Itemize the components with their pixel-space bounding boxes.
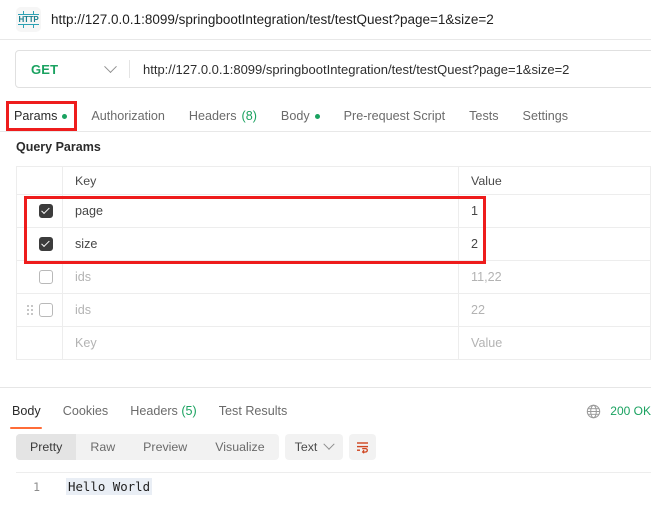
row-handle-cell (17, 228, 63, 260)
drag-handle-icon[interactable] (27, 304, 35, 316)
response-tab-bar: Body Cookies Headers (5) Test Results (0, 398, 651, 429)
code-line: 1 Hello World (16, 473, 651, 495)
row-value-placeholder[interactable]: Value (459, 327, 651, 359)
view-mode-preview[interactable]: Preview (129, 434, 201, 460)
tab-params[interactable]: Params (0, 101, 79, 131)
row-handle-cell (17, 327, 63, 359)
row-key[interactable]: page (63, 195, 459, 227)
response-tab-headers-label: Headers (130, 404, 178, 418)
tab-headers-label: Headers (188, 109, 237, 123)
response-status: 200 OK (586, 398, 651, 424)
response-tab-cookies-label: Cookies (62, 404, 109, 418)
url-input[interactable]: http://127.0.0.1:8099/springbootIntegrat… (130, 51, 651, 87)
tab-settings-label: Settings (522, 109, 569, 123)
response-body-viewer[interactable]: 1 Hello World (16, 472, 651, 514)
row-checkbox[interactable] (39, 303, 53, 317)
row-checkbox[interactable] (39, 204, 53, 218)
table-row[interactable]: ids 22 (17, 294, 651, 327)
method-selector[interactable]: GET (16, 51, 129, 87)
header-handle-cell (17, 167, 63, 194)
table-row[interactable]: ids 11,22 (17, 261, 651, 294)
table-header-row: Key Value (17, 167, 651, 195)
tab-authorization-label: Authorization (91, 109, 165, 123)
response-tab-headers[interactable]: Headers (5) (119, 399, 208, 425)
http-protocol-icon: HTTP (16, 7, 41, 32)
query-params-table: Key Value page 1 size 2 ids 11,22 ids 22… (16, 166, 651, 360)
url-bar: GET http://127.0.0.1:8099/springbootInte… (15, 50, 651, 88)
column-header-value: Value (459, 167, 651, 194)
line-number: 1 (33, 479, 40, 494)
response-tab-test-results-label: Test Results (218, 404, 288, 418)
tab-headers-count: (8) (241, 109, 257, 123)
row-handle-cell (17, 195, 63, 227)
status-badge: 200 OK (610, 404, 651, 418)
row-value[interactable]: 11,22 (459, 261, 651, 293)
response-view-toolbar: Pretty Raw Preview Visualize Text (16, 434, 377, 460)
response-view-mode-group: Pretty Raw Preview Visualize (16, 434, 279, 460)
request-tab-bar: Params Authorization Headers (8) Body Pr… (0, 101, 651, 132)
response-tab-test-results[interactable]: Test Results (208, 399, 299, 425)
tab-params-label: Params (14, 109, 58, 123)
view-mode-pretty[interactable]: Pretty (16, 434, 77, 460)
response-tab-body-label: Body (12, 404, 41, 418)
response-tab-cookies[interactable]: Cookies (52, 399, 120, 425)
tab-body[interactable]: Body (269, 101, 332, 131)
tab-authorization[interactable]: Authorization (79, 101, 177, 131)
row-key-placeholder[interactable]: Key (63, 327, 459, 359)
method-label: GET (31, 61, 59, 77)
chevron-down-icon (104, 59, 117, 73)
chevron-down-icon (323, 438, 336, 450)
table-row[interactable]: page 1 (17, 195, 651, 228)
response-tab-body[interactable]: Body (0, 399, 52, 429)
wrap-lines-button[interactable] (349, 434, 377, 460)
response-format-label: Text (294, 440, 318, 454)
row-checkbox[interactable] (39, 270, 53, 284)
view-mode-raw[interactable]: Raw (76, 434, 129, 460)
row-handle-cell (17, 261, 63, 293)
table-row[interactable]: size 2 (17, 228, 651, 261)
tab-body-label: Body (280, 109, 310, 123)
postman-request-window: HTTP http://127.0.0.1:8099/springbootInt… (0, 0, 651, 514)
row-checkbox[interactable] (39, 237, 53, 251)
query-params-title: Query Params (16, 140, 101, 154)
row-key[interactable]: ids (63, 261, 459, 293)
view-mode-visualize[interactable]: Visualize (201, 434, 278, 460)
row-value[interactable]: 2 (459, 228, 651, 260)
wrap-lines-icon (357, 442, 369, 454)
response-tab-headers-count: (5) (181, 404, 197, 418)
row-value[interactable]: 22 (459, 294, 651, 326)
row-handle-cell (17, 294, 63, 326)
globe-icon (587, 404, 601, 418)
tab-pre-request-script-label: Pre-request Script (343, 109, 446, 123)
row-key[interactable]: ids (63, 294, 459, 326)
row-key[interactable]: size (63, 228, 459, 260)
tab-tests[interactable]: Tests (457, 101, 510, 131)
response-body-text: Hello World (66, 478, 153, 495)
row-value[interactable]: 1 (459, 195, 651, 227)
column-header-key: Key (63, 167, 459, 194)
modified-dot-icon (314, 113, 320, 119)
tab-tests-label: Tests (469, 109, 499, 123)
request-title-url: http://127.0.0.1:8099/springbootIntegrat… (51, 12, 494, 27)
response-format-selector[interactable]: Text (284, 434, 344, 460)
response-separator (0, 387, 651, 388)
titlebar: HTTP http://127.0.0.1:8099/springbootInt… (0, 0, 651, 40)
tab-settings[interactable]: Settings (511, 101, 581, 131)
table-row-empty[interactable]: Key Value (17, 327, 651, 360)
tab-headers[interactable]: Headers (8) (177, 101, 269, 131)
tab-pre-request-script[interactable]: Pre-request Script (332, 101, 458, 131)
modified-dot-icon (62, 113, 68, 119)
